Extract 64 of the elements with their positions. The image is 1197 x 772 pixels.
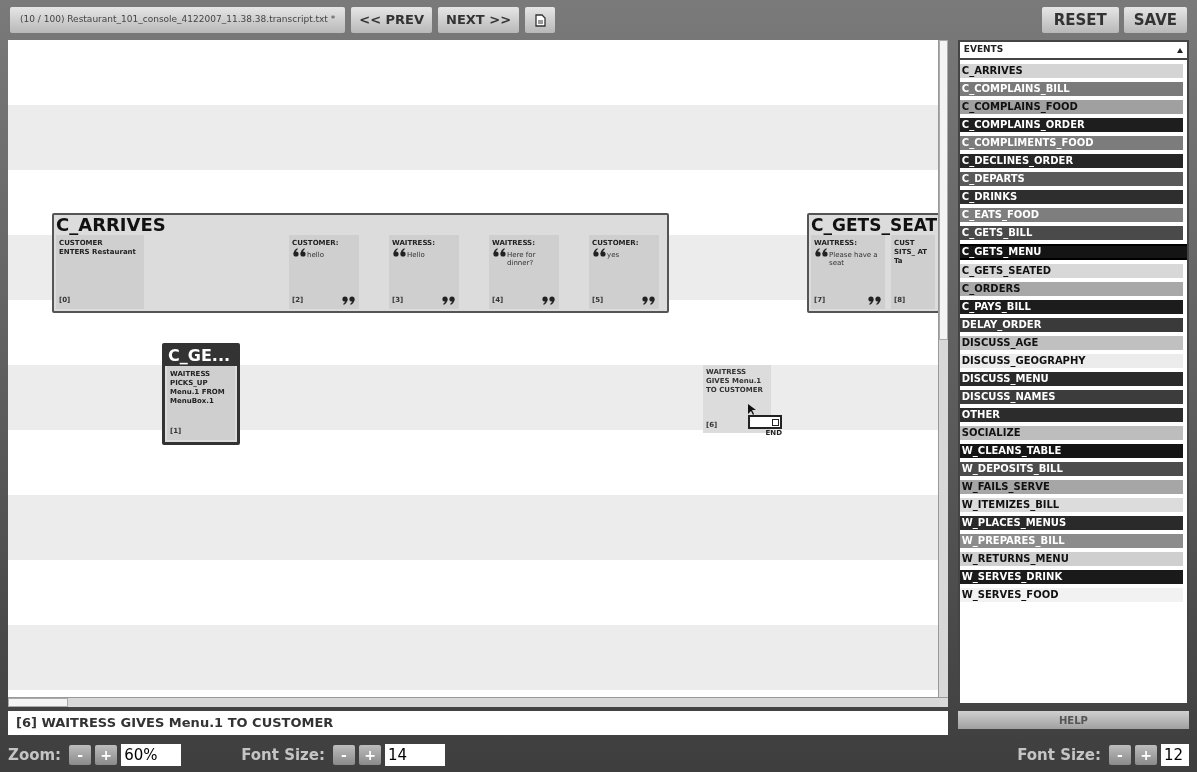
event-item[interactable]: DISCUSS_GEOGRAPHY xyxy=(959,354,1183,368)
document-button[interactable] xyxy=(525,7,556,33)
next-button[interactable]: NEXT >> xyxy=(438,7,520,33)
event-item[interactable]: C_COMPLAINS_BILL xyxy=(959,82,1183,96)
event-item[interactable]: C_DRINKS xyxy=(959,190,1183,204)
event-item[interactable]: W_CLEANS_TABLE xyxy=(959,444,1183,458)
value-field[interactable]: 12 xyxy=(1161,744,1189,766)
event-item[interactable]: SOCIALIZE xyxy=(959,426,1183,440)
list-header[interactable]: EVENTS xyxy=(959,42,1187,60)
value-field[interactable]: 14 xyxy=(385,744,445,766)
event-item[interactable]: W_PLACES_MENUS xyxy=(959,516,1183,530)
close-quote-icon xyxy=(542,296,556,305)
value-field[interactable]: 60% xyxy=(121,744,182,766)
prev-button[interactable]: << PREV xyxy=(351,7,433,33)
event-item[interactable]: W_SERVES_DRINK xyxy=(959,570,1183,584)
event-title: C_GETS_SEAT xyxy=(810,215,938,235)
close-quote-icon xyxy=(342,296,356,305)
event-item[interactable]: DELAY_ORDER xyxy=(959,318,1183,332)
open-quote-icon xyxy=(292,248,306,257)
event-title: C_GE... xyxy=(165,346,237,366)
event-item[interactable]: W_SERVES_FOOD xyxy=(959,588,1183,602)
event-item[interactable]: C_GETS_MENU xyxy=(959,244,1187,260)
horizontal-scrollbar[interactable] xyxy=(8,697,948,707)
close-quote-icon xyxy=(442,296,456,305)
event-item[interactable]: W_ITEMIZES_BILL xyxy=(959,498,1183,512)
event-item[interactable]: C_COMPLAINS_FOOD xyxy=(959,100,1183,114)
event-item[interactable]: C_ORDERS xyxy=(959,282,1183,296)
event-item[interactable]: W_RETURNS_MENU xyxy=(959,552,1183,566)
reset-button[interactable]: RESET xyxy=(1041,7,1119,33)
event-item[interactable]: OTHER xyxy=(959,408,1183,422)
open-quote-icon xyxy=(392,248,406,257)
open-quote-icon xyxy=(592,248,606,257)
control-label: Zoom: xyxy=(8,744,62,766)
control-label: Font Size: xyxy=(241,744,325,766)
vertical-scrollbar[interactable] xyxy=(937,40,948,697)
event-item[interactable]: DISCUSS_NAMES xyxy=(959,390,1183,404)
event-item[interactable]: C_ARRIVES xyxy=(959,64,1183,78)
open-quote-icon xyxy=(492,248,506,257)
event-item[interactable]: C_PAYS_BILL xyxy=(959,300,1183,314)
event-item[interactable]: C_DECLINES_ORDER xyxy=(959,154,1183,168)
sort-arrow-icon xyxy=(1177,47,1183,53)
event-item[interactable]: DISCUSS_MENU xyxy=(959,372,1183,386)
event-item[interactable]: C_COMPLAINS_ORDER xyxy=(959,118,1183,132)
close-quote-icon xyxy=(642,296,656,305)
event-item[interactable]: C_EATS_FOOD xyxy=(959,208,1183,222)
help-button[interactable]: HELP xyxy=(957,711,1189,729)
control-label: Font Size: xyxy=(1017,744,1101,766)
header-label: EVENTS xyxy=(963,43,1004,57)
save-button[interactable]: SAVE xyxy=(1123,7,1187,33)
event-item[interactable]: C_GETS_BILL xyxy=(959,226,1183,240)
status-text: [6] WAITRESS GIVES Menu.1 TO CUSTOMER xyxy=(16,714,334,733)
open-quote-icon xyxy=(814,248,828,257)
file-button[interactable]: (10 / 100) Restaurant_101_console_4122007_11.38.38.transcript.txt * xyxy=(10,7,346,33)
event-item[interactable]: C_DEPARTS xyxy=(959,172,1183,186)
event-item[interactable]: W_DEPOSITS_BILL xyxy=(959,462,1183,476)
document-icon xyxy=(534,13,546,27)
event-item[interactable]: W_FAILS_SERVE xyxy=(959,480,1183,494)
close-quote-icon xyxy=(868,296,882,305)
event-title: C_ARRIVES xyxy=(55,215,167,235)
cursor-icon xyxy=(748,404,756,416)
event-item[interactable]: DISCUSS_AGE xyxy=(959,336,1183,350)
event-item[interactable]: C_GETS_SEATED xyxy=(959,264,1183,278)
event-item[interactable]: C_COMPLIMENTS_FOOD xyxy=(959,136,1183,150)
end-handle[interactable] xyxy=(748,415,782,429)
